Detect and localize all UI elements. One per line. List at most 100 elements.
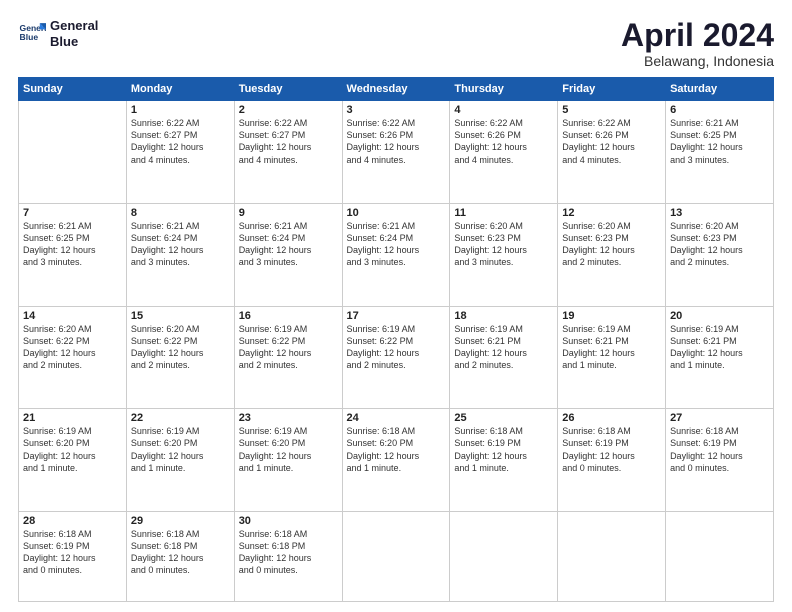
day-number: 11 [454, 207, 553, 219]
day-info: Sunrise: 6:22 AM Sunset: 6:27 PM Dayligh… [131, 117, 230, 166]
day-number: 17 [347, 310, 446, 322]
calendar-cell-w4d3: 23Sunrise: 6:19 AM Sunset: 6:20 PM Dayli… [234, 409, 342, 512]
day-info: Sunrise: 6:20 AM Sunset: 6:23 PM Dayligh… [454, 220, 553, 269]
calendar-cell-w3d1: 14Sunrise: 6:20 AM Sunset: 6:22 PM Dayli… [19, 306, 127, 409]
calendar-cell-w1d3: 2Sunrise: 6:22 AM Sunset: 6:27 PM Daylig… [234, 101, 342, 204]
day-info: Sunrise: 6:18 AM Sunset: 6:19 PM Dayligh… [454, 425, 553, 474]
day-info: Sunrise: 6:18 AM Sunset: 6:18 PM Dayligh… [239, 528, 338, 577]
day-info: Sunrise: 6:19 AM Sunset: 6:20 PM Dayligh… [239, 425, 338, 474]
calendar-week-row-5: 28Sunrise: 6:18 AM Sunset: 6:19 PM Dayli… [19, 512, 774, 602]
day-number: 9 [239, 207, 338, 219]
calendar-week-row-3: 14Sunrise: 6:20 AM Sunset: 6:22 PM Dayli… [19, 306, 774, 409]
calendar-cell-w5d3: 30Sunrise: 6:18 AM Sunset: 6:18 PM Dayli… [234, 512, 342, 602]
calendar-header-row: SundayMondayTuesdayWednesdayThursdayFrid… [19, 78, 774, 101]
calendar-header-monday: Monday [126, 78, 234, 101]
header: General Blue General Blue April 2024 Bel… [18, 18, 774, 69]
calendar-cell-w3d2: 15Sunrise: 6:20 AM Sunset: 6:22 PM Dayli… [126, 306, 234, 409]
day-info: Sunrise: 6:22 AM Sunset: 6:27 PM Dayligh… [239, 117, 338, 166]
main-title: April 2024 [621, 18, 774, 53]
day-number: 27 [670, 412, 769, 424]
calendar-cell-w4d2: 22Sunrise: 6:19 AM Sunset: 6:20 PM Dayli… [126, 409, 234, 512]
logo-text-blue: Blue [50, 34, 98, 50]
day-number: 1 [131, 104, 230, 116]
calendar-week-row-2: 7Sunrise: 6:21 AM Sunset: 6:25 PM Daylig… [19, 203, 774, 306]
day-info: Sunrise: 6:19 AM Sunset: 6:22 PM Dayligh… [347, 323, 446, 372]
calendar-cell-w1d7: 6Sunrise: 6:21 AM Sunset: 6:25 PM Daylig… [666, 101, 774, 204]
calendar-cell-w4d6: 26Sunrise: 6:18 AM Sunset: 6:19 PM Dayli… [558, 409, 666, 512]
calendar-cell-w1d4: 3Sunrise: 6:22 AM Sunset: 6:26 PM Daylig… [342, 101, 450, 204]
day-number: 7 [23, 207, 122, 219]
day-number: 19 [562, 310, 661, 322]
calendar-cell-w5d5 [450, 512, 558, 602]
day-info: Sunrise: 6:18 AM Sunset: 6:18 PM Dayligh… [131, 528, 230, 577]
calendar-cell-w2d3: 9Sunrise: 6:21 AM Sunset: 6:24 PM Daylig… [234, 203, 342, 306]
day-number: 12 [562, 207, 661, 219]
day-info: Sunrise: 6:18 AM Sunset: 6:20 PM Dayligh… [347, 425, 446, 474]
calendar-cell-w3d7: 20Sunrise: 6:19 AM Sunset: 6:21 PM Dayli… [666, 306, 774, 409]
calendar-cell-w2d5: 11Sunrise: 6:20 AM Sunset: 6:23 PM Dayli… [450, 203, 558, 306]
logo-text-general: General [50, 18, 98, 34]
day-number: 15 [131, 310, 230, 322]
calendar-cell-w3d6: 19Sunrise: 6:19 AM Sunset: 6:21 PM Dayli… [558, 306, 666, 409]
day-info: Sunrise: 6:18 AM Sunset: 6:19 PM Dayligh… [670, 425, 769, 474]
day-number: 24 [347, 412, 446, 424]
subtitle: Belawang, Indonesia [621, 53, 774, 69]
day-info: Sunrise: 6:20 AM Sunset: 6:22 PM Dayligh… [131, 323, 230, 372]
calendar-cell-w5d7 [666, 512, 774, 602]
calendar-table: SundayMondayTuesdayWednesdayThursdayFrid… [18, 77, 774, 602]
day-info: Sunrise: 6:20 AM Sunset: 6:23 PM Dayligh… [670, 220, 769, 269]
calendar-header-tuesday: Tuesday [234, 78, 342, 101]
day-number: 22 [131, 412, 230, 424]
day-number: 14 [23, 310, 122, 322]
day-number: 23 [239, 412, 338, 424]
day-info: Sunrise: 6:20 AM Sunset: 6:23 PM Dayligh… [562, 220, 661, 269]
day-info: Sunrise: 6:21 AM Sunset: 6:25 PM Dayligh… [23, 220, 122, 269]
day-info: Sunrise: 6:22 AM Sunset: 6:26 PM Dayligh… [562, 117, 661, 166]
page: General Blue General Blue April 2024 Bel… [0, 0, 792, 612]
day-number: 13 [670, 207, 769, 219]
calendar-cell-w4d5: 25Sunrise: 6:18 AM Sunset: 6:19 PM Dayli… [450, 409, 558, 512]
day-number: 20 [670, 310, 769, 322]
day-info: Sunrise: 6:19 AM Sunset: 6:22 PM Dayligh… [239, 323, 338, 372]
calendar-cell-w2d4: 10Sunrise: 6:21 AM Sunset: 6:24 PM Dayli… [342, 203, 450, 306]
calendar-cell-w2d6: 12Sunrise: 6:20 AM Sunset: 6:23 PM Dayli… [558, 203, 666, 306]
calendar-cell-w1d1 [19, 101, 127, 204]
day-number: 26 [562, 412, 661, 424]
calendar-cell-w3d4: 17Sunrise: 6:19 AM Sunset: 6:22 PM Dayli… [342, 306, 450, 409]
day-number: 30 [239, 515, 338, 527]
calendar-cell-w3d5: 18Sunrise: 6:19 AM Sunset: 6:21 PM Dayli… [450, 306, 558, 409]
svg-text:Blue: Blue [20, 32, 39, 42]
day-info: Sunrise: 6:22 AM Sunset: 6:26 PM Dayligh… [454, 117, 553, 166]
day-info: Sunrise: 6:21 AM Sunset: 6:24 PM Dayligh… [239, 220, 338, 269]
day-info: Sunrise: 6:18 AM Sunset: 6:19 PM Dayligh… [23, 528, 122, 577]
day-number: 5 [562, 104, 661, 116]
day-info: Sunrise: 6:19 AM Sunset: 6:21 PM Dayligh… [454, 323, 553, 372]
day-number: 6 [670, 104, 769, 116]
calendar-week-row-1: 1Sunrise: 6:22 AM Sunset: 6:27 PM Daylig… [19, 101, 774, 204]
calendar-cell-w5d4 [342, 512, 450, 602]
day-info: Sunrise: 6:19 AM Sunset: 6:20 PM Dayligh… [131, 425, 230, 474]
calendar-cell-w4d1: 21Sunrise: 6:19 AM Sunset: 6:20 PM Dayli… [19, 409, 127, 512]
day-info: Sunrise: 6:21 AM Sunset: 6:25 PM Dayligh… [670, 117, 769, 166]
calendar-cell-w5d2: 29Sunrise: 6:18 AM Sunset: 6:18 PM Dayli… [126, 512, 234, 602]
calendar-header-sunday: Sunday [19, 78, 127, 101]
calendar-cell-w5d6 [558, 512, 666, 602]
day-number: 2 [239, 104, 338, 116]
calendar-cell-w2d2: 8Sunrise: 6:21 AM Sunset: 6:24 PM Daylig… [126, 203, 234, 306]
day-number: 16 [239, 310, 338, 322]
generalblue-logo-icon: General Blue [18, 20, 46, 48]
day-info: Sunrise: 6:19 AM Sunset: 6:21 PM Dayligh… [670, 323, 769, 372]
day-number: 21 [23, 412, 122, 424]
calendar-cell-w2d7: 13Sunrise: 6:20 AM Sunset: 6:23 PM Dayli… [666, 203, 774, 306]
day-info: Sunrise: 6:21 AM Sunset: 6:24 PM Dayligh… [347, 220, 446, 269]
calendar-week-row-4: 21 Sunrise: 6:19 AM Sunset: 6:20 PM Dayli… [19, 409, 774, 512]
calendar-header-thursday: Thursday [450, 78, 558, 101]
title-block: April 2024 Belawang, Indonesia [621, 18, 774, 69]
day-info: Sunrise: 6:20 AM Sunset: 6:22 PM Dayligh… [23, 323, 122, 372]
day-number: 29 [131, 515, 230, 527]
day-number: 4 [454, 104, 553, 116]
calendar-cell-w5d1: 28Sunrise: 6:18 AM Sunset: 6:19 PM Dayli… [19, 512, 127, 602]
logo: General Blue General Blue [18, 18, 98, 49]
day-number: 25 [454, 412, 553, 424]
calendar-header-saturday: Saturday [666, 78, 774, 101]
